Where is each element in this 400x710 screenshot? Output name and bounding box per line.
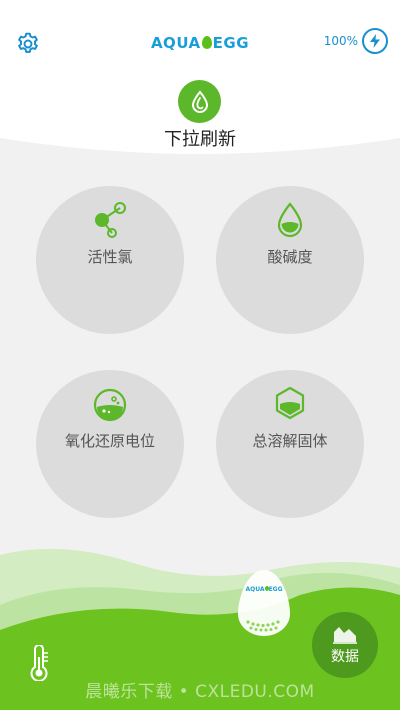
data-button-label: 数据 xyxy=(331,649,359,665)
chart-icon xyxy=(333,627,357,644)
egg-icon xyxy=(201,36,212,49)
metric-orp[interactable]: 氧化还原电位 xyxy=(36,370,184,518)
metric-label: 氧化还原电位 xyxy=(64,432,155,450)
logo-text-right: EGG xyxy=(212,34,250,52)
device-logo-right: EGG xyxy=(268,586,283,593)
device-logo-left: AQUA xyxy=(245,586,265,593)
logo-text-left: AQUA xyxy=(150,34,201,52)
metric-label: 活性氯 xyxy=(87,248,133,266)
device-logo: AQUA EGG xyxy=(236,586,292,593)
molecule-icon xyxy=(36,200,184,240)
battery-status: 100% xyxy=(324,28,388,54)
metric-ph[interactable]: 酸碱度 xyxy=(216,186,364,334)
metric-label: 总溶解固体 xyxy=(252,432,328,450)
data-button[interactable]: 数据 xyxy=(312,612,378,678)
flask-icon xyxy=(36,384,184,424)
water-drop-icon xyxy=(191,89,208,113)
ph-drop-icon xyxy=(216,200,364,240)
metric-tds[interactable]: 总溶解固体 xyxy=(216,370,364,518)
refresh-button[interactable] xyxy=(178,80,221,123)
watermark-text: 晨曦乐下载 • CXLEDU.COM xyxy=(85,682,315,702)
hexagon-icon xyxy=(216,384,364,424)
lightning-icon xyxy=(362,28,388,54)
pull-to-refresh-label: 下拉刷新 xyxy=(164,129,236,150)
battery-percent: 100% xyxy=(323,34,358,48)
metric-label: 酸碱度 xyxy=(267,248,313,266)
metric-chlorine[interactable]: 活性氯 xyxy=(36,186,184,334)
aqua-egg-device xyxy=(238,570,290,636)
